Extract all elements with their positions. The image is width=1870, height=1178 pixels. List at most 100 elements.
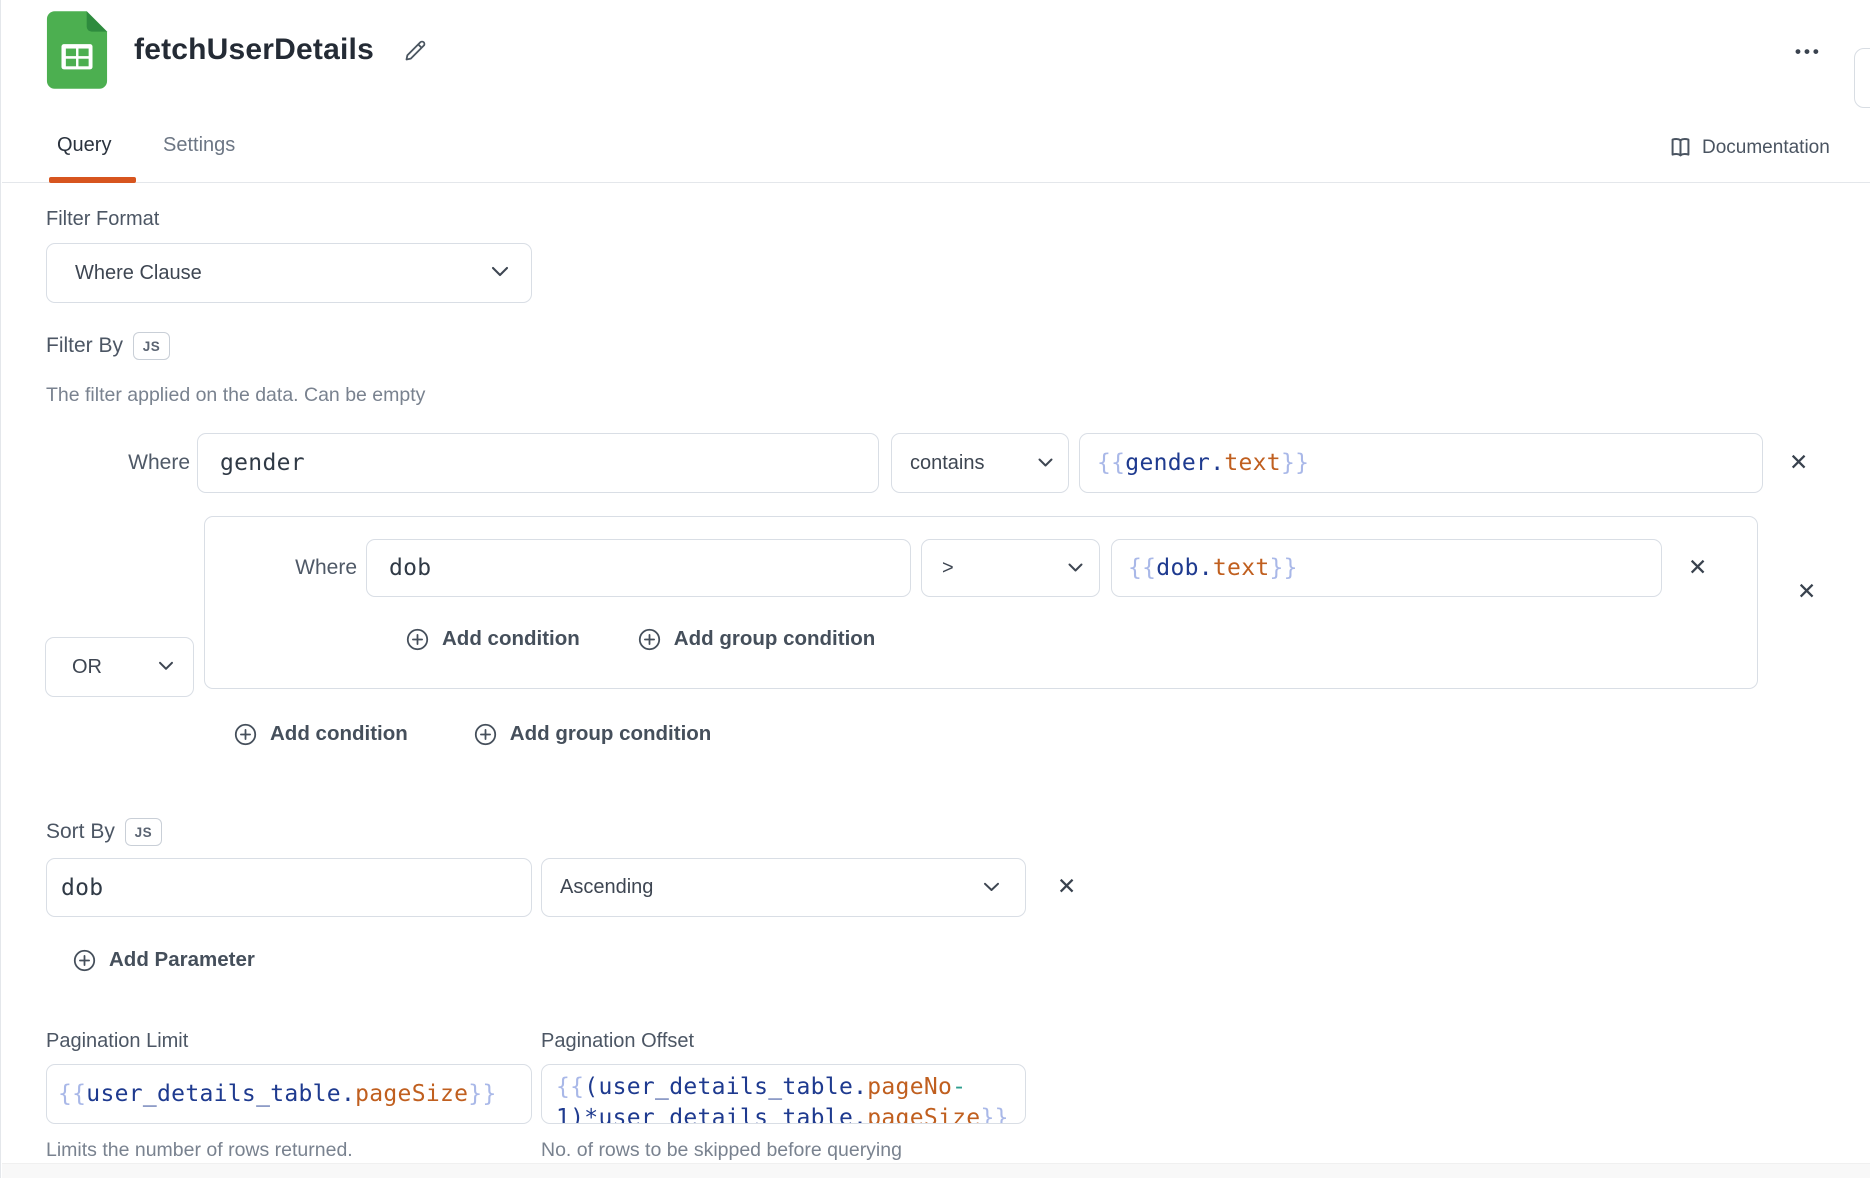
documentation-link[interactable]: Documentation — [1662, 134, 1836, 161]
pagination-offset-label: Pagination Offset — [541, 1030, 694, 1053]
delete-group-button[interactable]: ✕ — [1797, 581, 1816, 604]
group-add-condition-button[interactable]: Add condition — [406, 627, 580, 651]
group-operator-select[interactable]: > — [921, 539, 1100, 597]
filter-condition-row: Where gender contains {{gender.text}} ✕ — [46, 433, 1808, 493]
code-token: dob — [1156, 555, 1198, 581]
filter-format-label: Filter Format — [46, 208, 159, 231]
circle-plus-icon — [234, 723, 257, 746]
pagination-limit-code: {{user_details_table.pageSize}} — [58, 1081, 497, 1107]
chevron-down-icon — [491, 264, 509, 282]
group-condition-row: Where dob > {{dob.text}} ✕ — [205, 539, 1707, 597]
tabs-bar: Query Settings Documentation — [2, 120, 1870, 183]
group-actions: Add condition Add group condition — [406, 627, 875, 651]
sort-order-select[interactable]: Ascending — [541, 858, 1026, 917]
where-label: Where — [46, 451, 197, 475]
tab-query[interactable]: Query — [57, 134, 111, 157]
condition-group-box: Where dob > {{dob.text}} ✕ Add condition — [204, 516, 1758, 689]
filter-by-helper: The filter applied on the data. Can be e… — [46, 384, 425, 407]
circle-plus-icon — [406, 628, 429, 651]
more-menu-button[interactable]: ••• — [1795, 42, 1822, 62]
add-group-condition-label: Add group condition — [510, 722, 712, 746]
delete-sort-button[interactable]: ✕ — [1057, 876, 1076, 899]
google-sheets-icon — [45, 10, 109, 90]
code-token: {{ — [1097, 450, 1125, 476]
group-join-operator-value: OR — [72, 656, 102, 679]
filter-by-header: Filter By JS — [46, 332, 170, 360]
code-token: pageNo — [867, 1074, 952, 1100]
delete-group-condition-button[interactable]: ✕ — [1688, 557, 1707, 580]
query-editor-panel: fetchUserDetails ••• Query Settings Do — [0, 0, 1870, 1178]
code-token: {{ — [556, 1074, 584, 1100]
code-token: . — [853, 1105, 867, 1124]
group-add-group-condition-label: Add group condition — [674, 627, 876, 651]
code-token: }} — [468, 1081, 496, 1107]
where-label: Where — [205, 556, 366, 580]
circle-plus-icon — [638, 628, 661, 651]
group-value-input[interactable]: {{dob.text}} — [1111, 539, 1662, 597]
tab-settings[interactable]: Settings — [163, 134, 235, 157]
group-operator-value: > — [942, 557, 954, 580]
code-token: 1)* — [556, 1105, 598, 1124]
sort-order-value: Ascending — [560, 876, 653, 899]
code-token: . — [341, 1081, 355, 1107]
code-token: {{ — [58, 1081, 86, 1107]
add-condition-button[interactable]: Add condition — [234, 722, 408, 746]
code-token: . — [853, 1074, 867, 1100]
header: fetchUserDetails — [45, 10, 429, 90]
add-group-condition-button[interactable]: Add group condition — [474, 722, 712, 746]
right-edge-cutoff-button[interactable] — [1854, 48, 1870, 108]
pagination-limit-label: Pagination Limit — [46, 1030, 188, 1053]
code-token: user_details_table — [598, 1105, 853, 1124]
pagination-limit-input[interactable]: {{user_details_table.pageSize}} — [46, 1064, 532, 1124]
pagination-limit-helper: Limits the number of rows returned. — [46, 1139, 353, 1162]
sort-by-header: Sort By JS — [46, 818, 162, 846]
code-token: }} — [1270, 555, 1298, 581]
chevron-down-icon — [983, 879, 1000, 897]
pagination-offset-helper: No. of rows to be skipped before queryin… — [541, 1139, 902, 1162]
sort-column-input[interactable]: dob — [46, 858, 532, 917]
filter-format-select[interactable]: Where Clause — [46, 243, 532, 303]
circle-plus-icon — [73, 949, 96, 972]
filter-value-input[interactable]: {{gender.text}} — [1079, 433, 1763, 493]
code-token: . — [1199, 555, 1213, 581]
code-token: text — [1213, 555, 1270, 581]
page-title: fetchUserDetails — [134, 33, 374, 67]
js-toggle-badge[interactable]: JS — [133, 332, 170, 360]
code-token: }} — [980, 1105, 1008, 1124]
filter-actions: Add condition Add group condition — [234, 722, 711, 746]
documentation-book-icon — [1668, 135, 1693, 160]
filter-by-label: Filter By — [46, 334, 123, 358]
chevron-down-icon — [1068, 559, 1083, 577]
filter-operator-value: contains — [910, 452, 985, 475]
filter-column-input[interactable]: gender — [197, 433, 879, 493]
group-column-input[interactable]: dob — [366, 539, 911, 597]
js-toggle-badge[interactable]: JS — [125, 818, 162, 846]
add-parameter-label: Add Parameter — [109, 948, 255, 972]
chevron-down-icon — [1038, 454, 1053, 472]
more-icon: ••• — [1795, 42, 1822, 62]
chevron-down-icon — [158, 658, 174, 676]
code-token: - — [952, 1074, 966, 1100]
code-token: . — [1210, 450, 1224, 476]
pagination-offset-input[interactable]: {{(user_details_table.pageNo- 1)*user_de… — [541, 1064, 1026, 1124]
filter-operator-select[interactable]: contains — [891, 433, 1069, 493]
active-tab-underline — [49, 177, 136, 183]
bottom-panel-edge — [2, 1163, 1870, 1178]
code-token: gender — [1125, 450, 1210, 476]
pagination-offset-code-line1: {{(user_details_table.pageNo- — [556, 1072, 1025, 1103]
delete-condition-button[interactable]: ✕ — [1789, 452, 1808, 475]
sort-row: dob Ascending ✕ — [46, 858, 1076, 917]
code-token: ( — [584, 1074, 598, 1100]
group-join-operator-select[interactable]: OR — [45, 637, 194, 697]
add-parameter-button[interactable]: Add Parameter — [73, 948, 255, 972]
code-token: {{ — [1128, 555, 1156, 581]
code-token: pageSize — [355, 1081, 468, 1107]
add-condition-label: Add condition — [270, 722, 408, 746]
code-token: user_details_table — [598, 1074, 853, 1100]
edit-name-button[interactable] — [402, 37, 429, 64]
group-add-group-condition-button[interactable]: Add group condition — [638, 627, 876, 651]
code-token: user_details_table — [86, 1081, 341, 1107]
group-add-condition-label: Add condition — [442, 627, 580, 651]
code-token: text — [1224, 450, 1281, 476]
circle-plus-icon — [474, 723, 497, 746]
